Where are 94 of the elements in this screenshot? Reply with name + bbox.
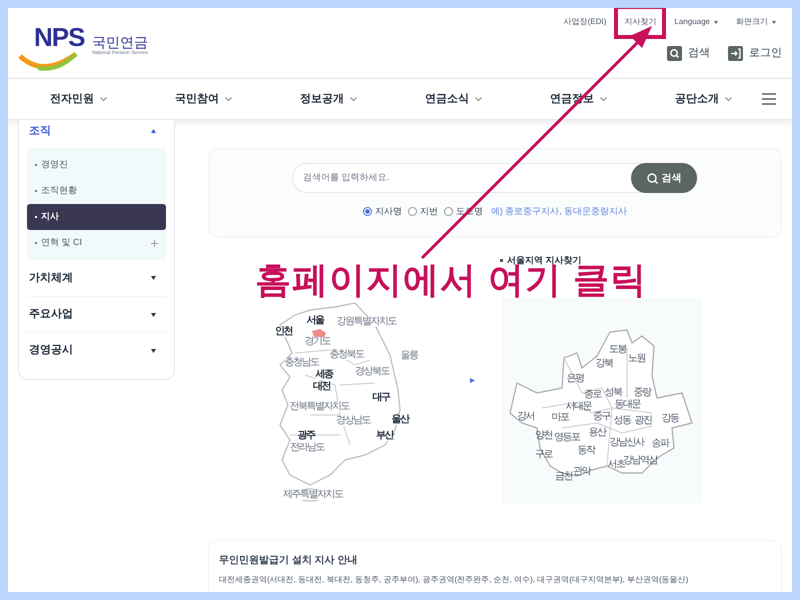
submenu-label: 경영진	[41, 158, 68, 172]
map-label[interactable]: 울릉	[400, 351, 418, 361]
logo-mark: NPS	[34, 24, 84, 50]
sidebar-section[interactable]: 가치체계	[27, 260, 166, 296]
district-label[interactable]: 성동	[613, 416, 630, 426]
submenu-label: 지사	[41, 210, 59, 224]
sidebar-section[interactable]: 경영공시	[27, 332, 166, 368]
map-label[interactable]: 경상북도	[355, 367, 390, 377]
chevron-down-icon	[475, 97, 482, 101]
district-label[interactable]: 송파	[651, 439, 668, 450]
search-icon	[646, 172, 658, 184]
card-text: 대전세종권역(서대전, 동대전, 북대전, 동청주, 공주부여), 광주권역(전주완주, 순천, 여수), 대구권역(대구지역본부), 부산권역(동울산)	[219, 574, 690, 586]
map-label[interactable]: 전라남도	[290, 443, 324, 453]
search-icon	[667, 46, 682, 61]
menu-button[interactable]	[762, 93, 778, 105]
sidebar-section[interactable]: 주요사업	[27, 296, 166, 332]
map-label[interactable]: 광주	[298, 431, 314, 441]
example-hint: 예) 종로중구지사, 동대문중랑지사	[490, 205, 628, 218]
nav-item[interactable]: 연금소식	[425, 90, 482, 108]
logo-name: 국민연금	[92, 35, 148, 49]
district-label[interactable]: 마포	[552, 413, 569, 423]
map-label[interactable]: 경상남도	[336, 416, 370, 426]
swoosh-icon	[18, 52, 78, 72]
district-label[interactable]: 중구	[593, 412, 610, 422]
district-label[interactable]: 강북	[595, 358, 612, 369]
caret-down-icon	[151, 312, 156, 316]
district-label[interactable]: 은평	[566, 374, 584, 384]
caret-up-icon	[151, 129, 156, 133]
district-label[interactable]: 도봉	[608, 345, 626, 356]
district-label[interactable]: 강동	[662, 414, 678, 424]
nav-item[interactable]: 전자민원	[50, 90, 107, 108]
search-field[interactable]: 검색어를 입력하세요. 검색	[292, 163, 698, 193]
map-label[interactable]: 충청북도	[329, 350, 364, 360]
map-label[interactable]: 전북특별자치도	[290, 402, 350, 412]
district-label[interactable]: 광진	[634, 416, 652, 426]
chevron-down-icon	[600, 97, 607, 101]
radio-option[interactable]: 지사명	[362, 205, 402, 218]
section-title: 서울지역 지사찾기	[507, 254, 582, 265]
district-label[interactable]: 양천	[534, 431, 552, 442]
sidebar-section[interactable]: 조직	[27, 120, 166, 142]
map-label[interactable]: 제주특별자치도	[282, 490, 342, 500]
chevron-down-icon	[350, 97, 357, 101]
district-label[interactable]: 영등포	[554, 432, 580, 443]
map-label[interactable]: 부산	[376, 431, 393, 441]
submenu-item[interactable]: 경영진	[27, 152, 166, 178]
district-label[interactable]: 동대문	[614, 400, 640, 410]
submenu-item[interactable]: 연혁 및 CI	[27, 230, 166, 256]
nav-item[interactable]: 정보공개	[300, 90, 357, 108]
chevron-down-icon	[100, 97, 107, 101]
search-button[interactable]: 검색	[667, 45, 710, 62]
map-label[interactable]: 서울	[306, 316, 324, 326]
district-label[interactable]: 서대문	[565, 402, 591, 412]
submenu-label: 조직현황	[41, 184, 77, 198]
menu-icon	[762, 93, 776, 105]
map-label[interactable]: 세종	[315, 370, 332, 380]
district-label[interactable]: 구로	[534, 450, 552, 460]
submenu-item[interactable]: 조직현황	[27, 178, 166, 204]
map-label[interactable]: 충청남도	[284, 358, 319, 368]
submenu-label: 연혁 및 CI	[41, 236, 82, 250]
radio-option[interactable]: 지번	[408, 205, 438, 218]
map-label[interactable]: 강원특별자치도	[336, 317, 396, 327]
district-label[interactable]: 종로	[584, 390, 602, 400]
district-label[interactable]: 동작	[578, 446, 594, 456]
chevron-down-icon	[225, 97, 232, 101]
search-submit-button[interactable]: 검색	[631, 163, 697, 193]
top-link[interactable]: 화면크기	[734, 14, 778, 30]
district-label[interactable]: 강남신사	[609, 438, 644, 448]
district-label[interactable]: 용산	[588, 428, 606, 438]
caret-down-icon	[151, 348, 156, 352]
map-label[interactable]: 대전	[313, 382, 330, 392]
map-label[interactable]: 대구	[372, 393, 390, 403]
district-label[interactable]: 성북	[604, 388, 622, 398]
map-label[interactable]: 울산	[392, 415, 409, 425]
map-label[interactable]: 경기도	[304, 337, 330, 347]
login-button[interactable]: 로그인	[728, 45, 782, 62]
district-label[interactable]: 관악	[573, 467, 590, 478]
bullet-icon	[500, 259, 503, 262]
login-icon	[728, 46, 743, 61]
district-label[interactable]: 노원	[628, 354, 645, 364]
district-label[interactable]: 중랑	[634, 388, 650, 398]
submenu-item[interactable]: 지사	[27, 204, 166, 230]
arrow-right-icon	[470, 378, 475, 383]
caret-down-icon	[151, 276, 156, 280]
map-label[interactable]: 인천	[275, 327, 292, 337]
top-link[interactable]: Language	[672, 14, 720, 30]
district-label[interactable]: 강서	[517, 412, 534, 422]
district-label[interactable]: 금천	[555, 472, 572, 482]
district-label[interactable]: 서초	[608, 460, 625, 470]
nav-item[interactable]: 공단소개	[675, 90, 732, 108]
chevron-down-icon	[725, 97, 732, 101]
top-link[interactable]: 지사찾기	[622, 14, 658, 30]
nav-item[interactable]: 국민참여	[175, 90, 232, 108]
card-title: 무인민원발급기 설치 지사 안내	[219, 554, 358, 568]
top-link[interactable]: 사업장(EDI)	[562, 14, 608, 30]
